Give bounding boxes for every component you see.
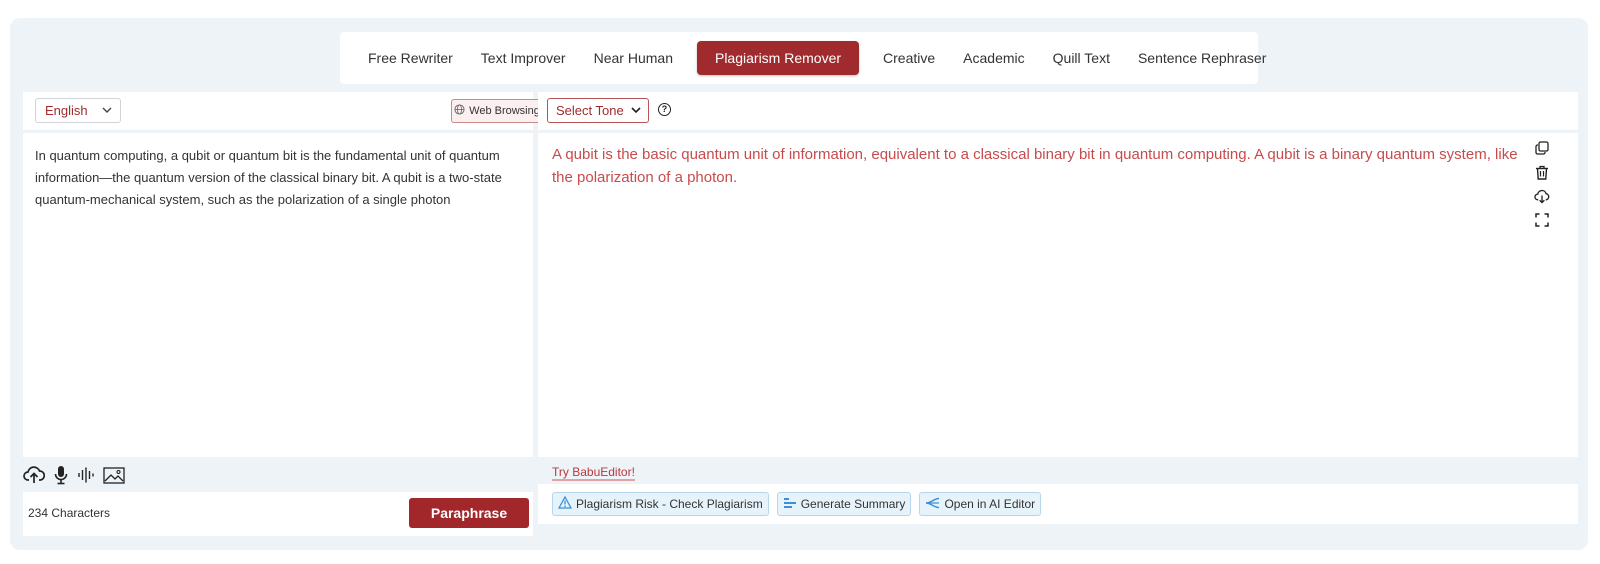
input-text-area[interactable]: In quantum computing, a qubit or quantum… [23, 133, 533, 457]
tone-select[interactable]: Select Tone [547, 98, 649, 123]
check-plagiarism-button[interactable]: Plagiarism Risk - Check Plagiarism [552, 492, 769, 516]
web-browsing-button[interactable]: Web Browsing [451, 99, 543, 123]
mode-tabs: Free Rewriter Text Improver Near Human P… [340, 32, 1266, 84]
ai-editor-icon [925, 497, 940, 512]
tab-text-improver[interactable]: Text Improver [467, 41, 580, 75]
output-footer: Plagiarism Risk - Check Plagiarism Gener… [538, 484, 1578, 524]
copy-icon[interactable] [1534, 140, 1550, 156]
language-select[interactable]: English [35, 98, 121, 123]
tab-free-rewriter[interactable]: Free Rewriter [354, 41, 467, 75]
tab-creative[interactable]: Creative [869, 41, 949, 75]
language-select-value: English [45, 103, 88, 118]
input-footer: 234 Characters Paraphrase [23, 492, 533, 536]
microphone-icon[interactable] [53, 465, 69, 485]
input-toolbar: English Web Browsing [23, 92, 543, 130]
upload-cloud-icon[interactable] [23, 465, 45, 485]
tab-plagiarism-remover[interactable]: Plagiarism Remover [696, 41, 860, 75]
tab-sentence-rephraser[interactable]: Sentence Rephraser [1124, 41, 1280, 75]
chevron-down-icon [102, 99, 112, 131]
web-browsing-label: Web Browsing [469, 105, 540, 117]
warning-icon [557, 495, 573, 512]
tab-near-human[interactable]: Near Human [580, 41, 687, 75]
generate-summary-label: Generate Summary [800, 497, 906, 511]
character-count: 234 Characters [28, 506, 111, 520]
paraphrase-button[interactable]: Paraphrase [409, 498, 529, 528]
generate-summary-button[interactable]: Generate Summary [776, 492, 912, 516]
output-toolbar: Select Tone ? [538, 92, 1578, 130]
tab-quill-text[interactable]: Quill Text [1039, 41, 1124, 75]
trash-icon[interactable] [1534, 164, 1550, 180]
help-icon[interactable]: ? [658, 103, 671, 116]
chevron-down-icon [631, 99, 641, 131]
check-plagiarism-label: Plagiarism Risk - Check Plagiarism [576, 497, 763, 511]
globe-icon [454, 104, 465, 118]
fullscreen-icon[interactable] [1534, 212, 1550, 228]
open-ai-editor-button[interactable]: Open in AI Editor [919, 492, 1042, 516]
image-icon[interactable] [103, 466, 125, 484]
tone-select-value: Select Tone [556, 103, 624, 118]
output-side-tools [1532, 140, 1552, 228]
input-tools [23, 464, 125, 486]
summary-icon [783, 497, 797, 512]
output-text-area[interactable]: A qubit is the basic quantum unit of inf… [538, 133, 1578, 457]
audio-wave-icon[interactable] [77, 466, 95, 484]
tab-academic[interactable]: Academic [949, 41, 1038, 75]
open-ai-editor-label: Open in AI Editor [944, 497, 1036, 511]
try-babueditor-link[interactable]: Try BabuEditor! [552, 465, 635, 481]
cloud-download-icon[interactable] [1534, 188, 1550, 204]
